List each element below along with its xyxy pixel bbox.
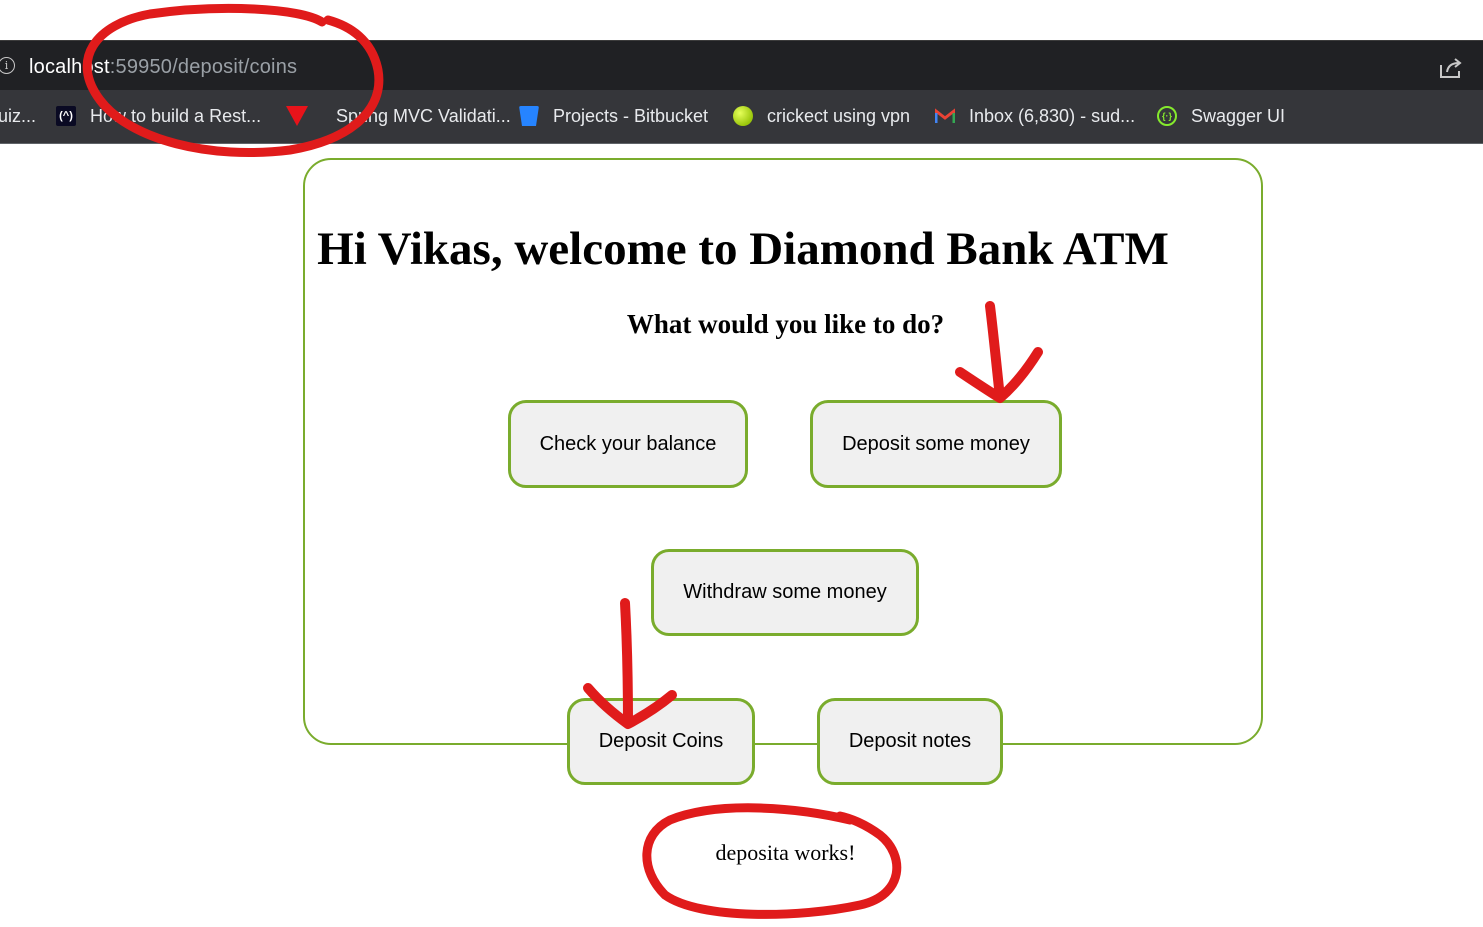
- window-top-area: [0, 0, 1483, 40]
- bookmark-item[interactable]: (^) How to build a Rest...: [56, 104, 261, 128]
- gmail-icon: [935, 108, 955, 123]
- bookmark-label: uiz...: [0, 105, 37, 126]
- check-balance-button[interactable]: Check your balance: [508, 400, 748, 488]
- bitbucket-icon: [519, 106, 539, 126]
- status-message: deposita works!: [715, 840, 856, 865]
- bookmark-item[interactable]: Projects - Bitbucket: [519, 104, 708, 128]
- share-icon[interactable]: [1438, 56, 1464, 80]
- swagger-icon: {·}: [1157, 106, 1177, 126]
- deposit-coins-button[interactable]: Deposit Coins: [567, 698, 755, 785]
- bookmark-label: Inbox (6,830) - sud...: [969, 105, 1136, 126]
- deposit-notes-button[interactable]: Deposit notes: [817, 698, 1003, 785]
- deposit-money-button[interactable]: Deposit some money: [810, 400, 1062, 488]
- bookmark-label: Projects - Bitbucket: [553, 105, 709, 126]
- bookmark-label: How to build a Rest...: [90, 105, 262, 126]
- page-subtitle: What would you like to do?: [626, 309, 945, 339]
- bookmark-label: crickect using vpn: [767, 105, 911, 126]
- bookmark-item[interactable]: Spring MVC Validati...: [286, 104, 511, 128]
- bookmarks-bar: uiz... (^) How to build a Rest... Spring…: [0, 90, 1483, 144]
- bookmark-label: Swagger UI: [1191, 105, 1286, 126]
- withdraw-money-button[interactable]: Withdraw some money: [651, 549, 919, 636]
- url-host: localhost: [29, 56, 110, 78]
- tennis-ball-icon: [733, 106, 753, 126]
- spring-icon: [286, 106, 308, 126]
- bookmark-item[interactable]: crickect using vpn: [733, 104, 910, 128]
- freecodecamp-icon: (^): [56, 106, 76, 126]
- bookmark-item[interactable]: Inbox (6,830) - sud...: [935, 104, 1135, 128]
- address-bar[interactable]: i localhost:59950/deposit/coins: [0, 40, 1483, 91]
- bookmark-item[interactable]: uiz...: [0, 104, 36, 128]
- bookmark-label: Spring MVC Validati...: [336, 105, 511, 126]
- bookmark-item[interactable]: {·} Swagger UI: [1157, 104, 1285, 128]
- info-icon[interactable]: i: [0, 57, 15, 74]
- page-title: Hi Vikas, welcome to Diamond Bank ATM: [317, 223, 1169, 275]
- url-text[interactable]: localhost:59950/deposit/coins: [29, 56, 297, 79]
- url-path: :59950/deposit/coins: [109, 56, 298, 78]
